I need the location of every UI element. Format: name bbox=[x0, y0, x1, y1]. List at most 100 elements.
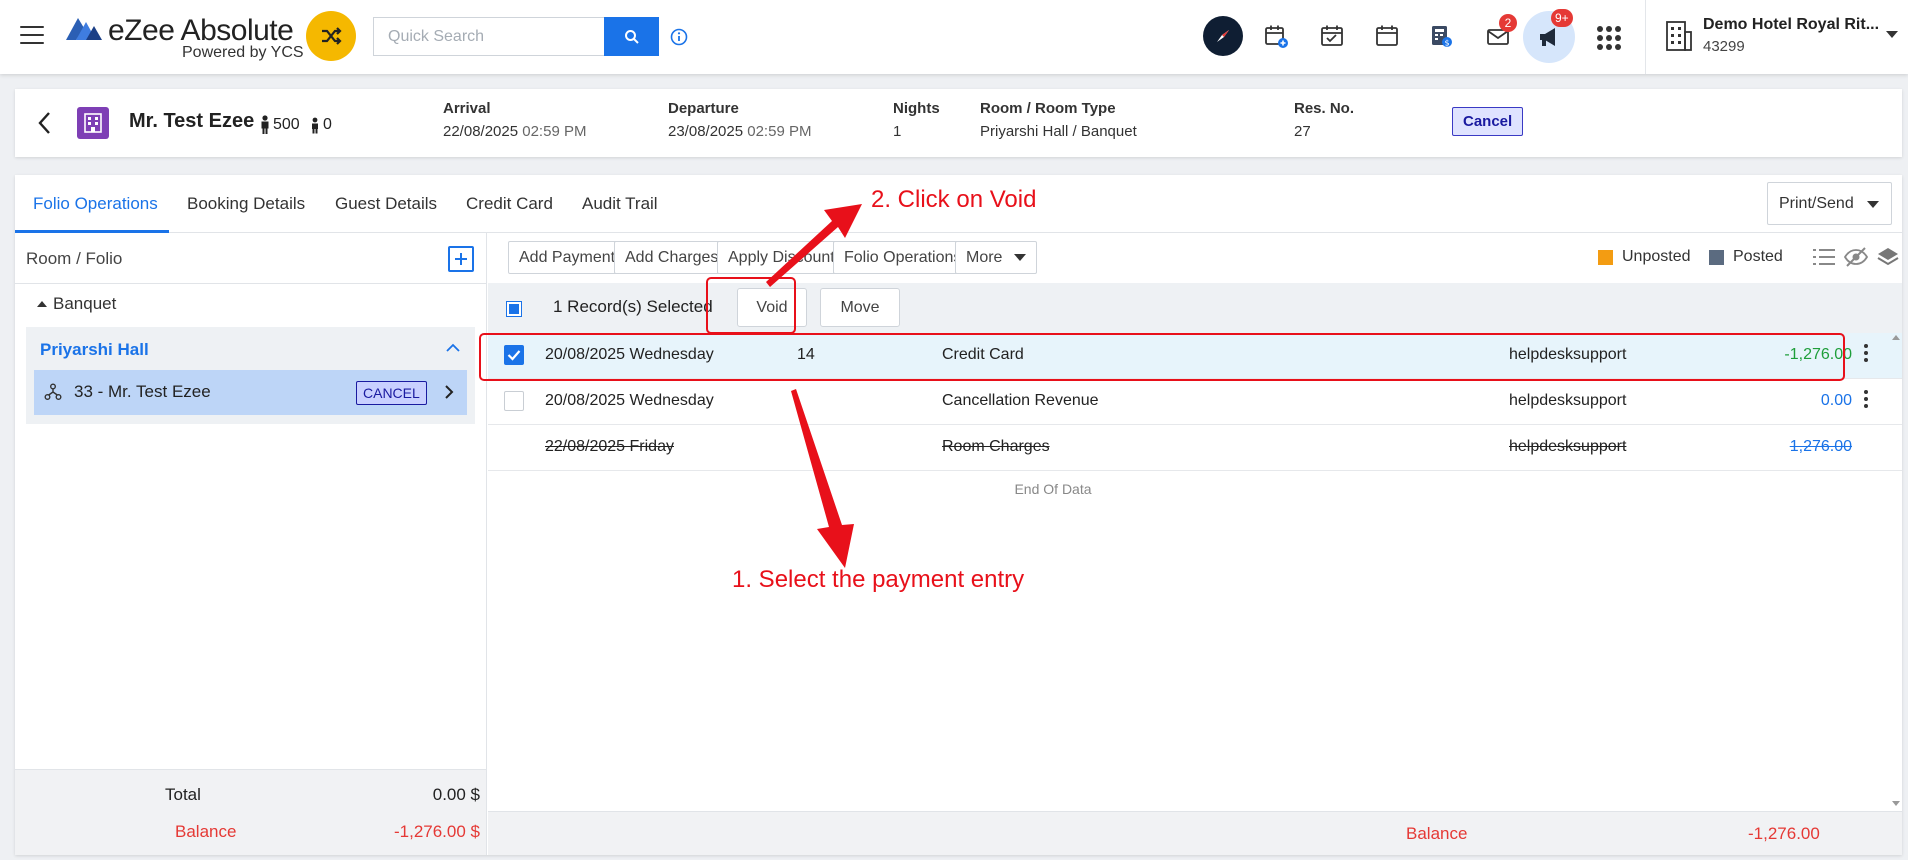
group-banquet[interactable]: Banquet bbox=[37, 294, 116, 314]
posted-swatch bbox=[1709, 249, 1724, 265]
reservation-header: Mr. Test Ezee 500 0 Arrival 22/08/2025 0… bbox=[15, 89, 1902, 157]
folio-item[interactable]: 33 - Mr. Test Ezee CANCEL bbox=[34, 370, 467, 415]
total-value: 0.00 $ bbox=[432, 785, 480, 804]
hotel-room-icon bbox=[77, 107, 109, 139]
svg-text:$: $ bbox=[1444, 39, 1449, 48]
move-button[interactable]: Move bbox=[820, 288, 900, 327]
calendar-add-icon bbox=[1265, 25, 1288, 48]
tab-guest-details[interactable]: Guest Details bbox=[335, 194, 437, 214]
arrival-field: Arrival 22/08/2025 02:59 PM bbox=[443, 100, 586, 140]
select-all-checkbox[interactable] bbox=[506, 301, 522, 317]
new-reservation-button[interactable] bbox=[1259, 19, 1293, 53]
row-date: 22/08/2025 Friday bbox=[545, 438, 674, 455]
row-ref: 14 bbox=[797, 346, 815, 363]
arrival-date: 22/08/2025 bbox=[443, 123, 519, 140]
apps-grid-icon[interactable] bbox=[1597, 26, 1621, 50]
info-icon[interactable] bbox=[670, 28, 688, 46]
compass-icon bbox=[1217, 30, 1229, 42]
legend-posted: Posted bbox=[1709, 248, 1783, 266]
apply-discount-button[interactable]: Apply Discount bbox=[717, 241, 846, 274]
legend-posted-label: Posted bbox=[1733, 248, 1783, 265]
hotel-dropdown-chevron-icon[interactable] bbox=[1886, 31, 1898, 38]
reservation-number-field: Res. No. 27 bbox=[1294, 100, 1354, 140]
back-arrow-icon[interactable] bbox=[37, 111, 51, 135]
tab-folio-operations[interactable]: Folio Operations bbox=[33, 194, 158, 214]
row-checkbox[interactable] bbox=[504, 391, 524, 411]
menu-icon[interactable] bbox=[20, 26, 44, 46]
row-menu-icon[interactable] bbox=[1864, 344, 1868, 365]
invoice-dollar-icon: $ bbox=[1432, 26, 1452, 48]
more-label: More bbox=[966, 249, 1003, 266]
logo-mark-icon bbox=[66, 18, 102, 40]
compass-button[interactable] bbox=[1203, 16, 1243, 56]
nights-label: Nights bbox=[893, 100, 940, 117]
top-bar: eZee Absolute Powered by YCS Quick Searc… bbox=[0, 0, 1908, 74]
table-row: 22/08/2025 Friday Room Charges helpdesks… bbox=[488, 425, 1902, 471]
folio-operations-button[interactable]: Folio Operations bbox=[833, 241, 973, 274]
calendar-check-button[interactable] bbox=[1315, 19, 1349, 53]
room-folio-panel: Room / Folio Banquet Priyarshi Hall 33 -… bbox=[15, 233, 487, 855]
hotel-building-icon bbox=[1666, 21, 1692, 51]
void-button[interactable]: Void bbox=[737, 288, 807, 327]
table-row[interactable]: 20/08/2025 Wednesday 14 Credit Card help… bbox=[488, 333, 1902, 379]
row-checkbox[interactable] bbox=[504, 345, 524, 365]
row-amount: -1,276.00 bbox=[1784, 346, 1852, 363]
scroll-up-icon[interactable] bbox=[1892, 335, 1900, 340]
check-icon bbox=[507, 350, 521, 361]
total-label: Total bbox=[165, 785, 201, 804]
selected-count: 1 Record(s) Selected bbox=[553, 297, 713, 316]
row-date: 20/08/2025 Wednesday bbox=[545, 392, 714, 409]
shuffle-icon bbox=[322, 27, 342, 45]
nights-value: 1 bbox=[893, 123, 902, 140]
footer-balance-value: -1,276.00 bbox=[1748, 824, 1820, 843]
row-menu-icon[interactable] bbox=[1864, 390, 1868, 411]
folio-card: Folio Operations Booking Details Guest D… bbox=[15, 175, 1902, 855]
search-button[interactable] bbox=[604, 17, 659, 56]
departure-label: Departure bbox=[668, 100, 739, 117]
add-payment-button[interactable]: Add Payment bbox=[508, 241, 627, 274]
folio-totals: Total 0.00 $ Balance -1,276.00 $ bbox=[15, 769, 486, 855]
hotel-name[interactable]: Demo Hotel Royal Rit... bbox=[1703, 16, 1879, 34]
tab-credit-card[interactable]: Credit Card bbox=[466, 194, 553, 214]
children-count: 0 bbox=[309, 115, 332, 135]
row-amount: 0.00 bbox=[1820, 392, 1852, 409]
add-folio-button[interactable] bbox=[448, 246, 474, 272]
room-folio-title: Room / Folio bbox=[26, 249, 123, 268]
room-item: Priyarshi Hall 33 - Mr. Test Ezee CANCEL bbox=[26, 327, 475, 424]
nights-field: Nights 1 bbox=[893, 100, 940, 140]
chevron-right-icon[interactable] bbox=[444, 384, 454, 400]
footer-balance-label: Balance bbox=[1406, 824, 1468, 843]
billing-button[interactable]: $ bbox=[1424, 19, 1458, 53]
table-row[interactable]: 20/08/2025 Wednesday Cancellation Revenu… bbox=[488, 379, 1902, 425]
logo-title: eZee Absolute bbox=[108, 14, 294, 47]
row-description: Cancellation Revenue bbox=[942, 392, 1099, 409]
print-send-button[interactable]: Print/Send bbox=[1767, 182, 1892, 225]
quick-search-input[interactable] bbox=[373, 17, 605, 56]
layers-icon[interactable] bbox=[1876, 246, 1900, 268]
print-send-label: Print/Send bbox=[1779, 194, 1854, 212]
room-name[interactable]: Priyarshi Hall bbox=[40, 340, 149, 360]
unposted-swatch bbox=[1598, 249, 1613, 265]
folio-tree-icon bbox=[44, 383, 62, 400]
hide-void-eye-icon[interactable] bbox=[1843, 246, 1869, 268]
adults-count: 500 bbox=[259, 115, 300, 135]
scroll-down-icon[interactable] bbox=[1892, 801, 1900, 806]
reservation-number-label: Res. No. bbox=[1294, 100, 1355, 117]
chevron-up-icon[interactable] bbox=[446, 343, 460, 352]
list-view-icon[interactable] bbox=[1812, 246, 1836, 268]
more-button[interactable]: More bbox=[955, 241, 1038, 274]
step-2-annotation: 2. Click on Void bbox=[871, 186, 1037, 213]
calendar-icon bbox=[1376, 25, 1398, 46]
transactions-footer: Balance -1,276.00 bbox=[488, 811, 1902, 855]
tab-audit-trail[interactable]: Audit Trail bbox=[582, 194, 658, 214]
guest-name: Mr. Test Ezee bbox=[129, 110, 255, 132]
row-user: helpdesksupport bbox=[1509, 438, 1627, 455]
children-value: 0 bbox=[323, 116, 332, 133]
switch-property-button[interactable] bbox=[306, 11, 356, 61]
add-charges-button[interactable]: Add Charges bbox=[614, 241, 730, 274]
room-value: Priyarshi Hall / Banquet bbox=[980, 123, 1137, 140]
tab-booking-details[interactable]: Booking Details bbox=[187, 194, 305, 214]
adults-value: 500 bbox=[273, 116, 300, 133]
arrival-time: 02:59 PM bbox=[522, 123, 587, 140]
calendar-button[interactable] bbox=[1370, 19, 1404, 53]
